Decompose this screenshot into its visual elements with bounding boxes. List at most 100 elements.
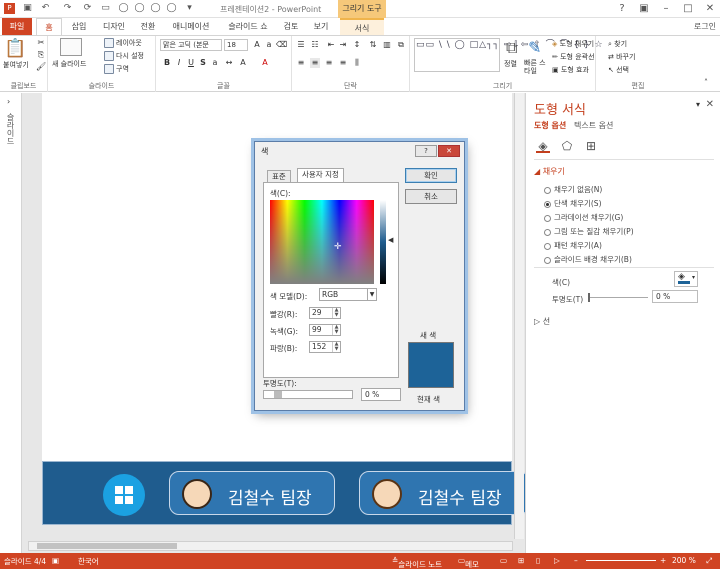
shape-outline-button[interactable]: ✏ 도형 윤곽선 — [552, 52, 595, 62]
slideshow-view-icon[interactable]: ▷ — [554, 556, 560, 565]
pane-options-icon[interactable]: ▾ — [696, 100, 700, 109]
shape-icon-3[interactable]: ◯ — [150, 3, 161, 14]
numbering-icon[interactable]: ☷ — [310, 40, 320, 50]
tab-text-options[interactable]: 텍스트 옵션 — [574, 120, 613, 131]
ribbon-options-icon[interactable]: ▣ — [634, 2, 654, 16]
italic-icon[interactable]: I — [174, 58, 184, 68]
tab-custom[interactable]: 사용자 지정 — [297, 168, 344, 183]
layout-button[interactable]: 레이아웃 — [104, 38, 142, 48]
minimize-button[interactable]: – — [656, 2, 676, 16]
clear-format-icon[interactable]: ⌫ — [276, 40, 287, 50]
underline-icon[interactable]: U — [186, 58, 196, 68]
radio-pattern-fill[interactable]: 패턴 채우기(A) — [544, 240, 602, 251]
radio-solid-fill[interactable]: 단색 채우기(S) — [544, 198, 602, 209]
undo-icon[interactable]: ↶ — [40, 3, 51, 14]
cut-icon[interactable]: ✂ — [36, 38, 46, 48]
tab-home[interactable]: 홈 — [36, 18, 62, 35]
fill-section-header[interactable]: ◢ 채우기 — [534, 166, 565, 177]
shape-icon-2[interactable]: ◯ — [134, 3, 145, 14]
decrease-indent-icon[interactable]: ⇤ — [326, 40, 336, 50]
quick-access-icon[interactable]: ⟳ — [82, 3, 93, 14]
shape-effects-button[interactable]: ▣ 도형 효과 — [552, 65, 589, 75]
tab-file[interactable]: 파일 — [2, 18, 32, 35]
change-case-icon[interactable]: A — [238, 58, 248, 68]
profile-card[interactable]: 김철수 팀장 — [359, 471, 529, 515]
tab-slideshow[interactable]: 슬라이드 쇼 — [222, 18, 274, 35]
cancel-button[interactable]: 취소 — [405, 189, 457, 204]
shapes-gallery[interactable]: ▭▭ \ \ ◯ □△┐┐ ⇨⇩⇦ ⇧ ⌒ ⌒ { } ☆ — [414, 38, 603, 72]
format-painter-icon[interactable]: 🖌 — [36, 62, 46, 72]
transparency-input[interactable]: 0 % — [652, 290, 698, 303]
start-show-icon[interactable]: ▭ — [100, 3, 111, 14]
dialog-close-button[interactable]: ✕ — [438, 145, 460, 157]
reset-button[interactable]: 다시 설정 — [104, 51, 144, 61]
section-button[interactable]: 구역 — [104, 64, 129, 74]
columns-icon[interactable]: ⫼ — [352, 58, 362, 68]
effects-pentagon-icon[interactable]: ⬠ — [560, 139, 574, 153]
horizontal-scrollbar[interactable] — [28, 541, 513, 551]
fit-slide-icon[interactable]: ⤢ — [706, 556, 712, 566]
radio-background-fill[interactable]: 슬라이드 배경 채우기(B) — [544, 254, 632, 265]
spell-check-icon[interactable]: ▣ — [52, 556, 59, 565]
tab-transitions[interactable]: 전환 — [134, 18, 162, 35]
slider-handle[interactable] — [274, 391, 282, 398]
line-spacing-icon[interactable]: ↕ — [352, 40, 362, 50]
shape-icon-4[interactable]: ◯ — [166, 3, 177, 14]
tab-view[interactable]: 보기 — [308, 18, 334, 35]
blue-input[interactable]: 152 ▲ ▼ — [309, 341, 341, 353]
dialog-help-button[interactable]: ? — [415, 145, 437, 157]
arrange-icon[interactable]: ⧉ — [506, 38, 517, 58]
zoom-in-icon[interactable]: + — [660, 556, 666, 565]
arrange-button[interactable]: 정렬 — [504, 59, 517, 69]
profile-card[interactable]: 김철수 팀장 — [169, 471, 335, 515]
customize-qat-icon[interactable]: ▾ — [184, 3, 195, 14]
spinner-icon[interactable]: ▲ ▼ — [332, 325, 340, 335]
radio-gradient-fill[interactable]: 그라데이션 채우기(G) — [544, 212, 623, 223]
quick-styles-button[interactable]: 빠른 스타일 — [524, 59, 548, 75]
shadow-icon[interactable]: S — [198, 58, 208, 68]
tab-animations[interactable]: 애니메이션 — [166, 18, 216, 35]
green-input[interactable]: 99 ▲ ▼ — [309, 324, 341, 336]
zoom-level[interactable]: 200 % — [672, 556, 696, 565]
copy-icon[interactable]: ⎘ — [36, 50, 46, 60]
quick-styles-icon[interactable]: ✎ — [528, 38, 541, 57]
redo-icon[interactable]: ↷ — [62, 3, 73, 14]
language-indicator[interactable]: 한국어 — [78, 556, 99, 567]
new-slide-button[interactable]: 새 슬라이드 — [52, 59, 86, 69]
zoom-slider[interactable] — [586, 560, 656, 561]
bullets-icon[interactable]: ☰ — [296, 40, 306, 50]
luminance-arrow-icon[interactable]: ◀ — [388, 236, 393, 244]
sorter-view-icon[interactable]: ⊞ — [518, 556, 524, 565]
radio-picture-fill[interactable]: 그림 또는 질감 채우기(P) — [544, 226, 634, 237]
spinner-icon[interactable]: ▲ ▼ — [332, 308, 340, 318]
font-name-combo[interactable]: 맑은 고딕 (본문 — [160, 39, 222, 51]
save-icon[interactable]: ▣ — [22, 3, 33, 14]
spacing-icon[interactable]: ↔ — [224, 58, 234, 68]
font-size-combo[interactable]: 18 — [224, 39, 248, 51]
normal-view-icon[interactable]: ▭ — [500, 556, 507, 565]
grow-font-icon[interactable]: A — [252, 40, 262, 50]
increase-indent-icon[interactable]: ⇥ — [338, 40, 348, 50]
maximize-button[interactable]: □ — [678, 2, 698, 16]
help-icon[interactable]: ? — [612, 2, 632, 16]
dialog-transparency-input[interactable]: 0 % — [361, 388, 401, 401]
red-input[interactable]: 29 ▲ ▼ — [309, 307, 341, 319]
tab-insert[interactable]: 삽입 — [64, 18, 94, 35]
new-slide-icon[interactable] — [60, 38, 82, 56]
justify-icon[interactable]: ≡ — [338, 58, 348, 68]
dialog-transparency-slider[interactable] — [263, 390, 353, 399]
slider-handle[interactable] — [588, 293, 590, 302]
collapse-ribbon-icon[interactable]: ˄ — [704, 78, 708, 87]
tab-review[interactable]: 검토 — [278, 18, 304, 35]
align-right-icon[interactable]: ≡ — [324, 58, 334, 68]
ok-button[interactable]: 확인 — [405, 168, 457, 183]
find-button[interactable]: ⌕ 찾기 — [608, 39, 627, 49]
comments-button[interactable]: ▭ 메모 — [458, 556, 479, 569]
bold-icon[interactable]: B — [162, 58, 172, 68]
close-pane-icon[interactable]: ✕ — [706, 99, 714, 110]
align-left-icon[interactable]: ≡ — [296, 58, 306, 68]
tab-design[interactable]: 디자인 — [98, 18, 130, 35]
vertical-scrollbar[interactable] — [514, 93, 524, 539]
fill-line-icon[interactable]: ◈ — [536, 139, 550, 153]
replace-button[interactable]: ⇄ 바꾸기 — [608, 52, 635, 62]
